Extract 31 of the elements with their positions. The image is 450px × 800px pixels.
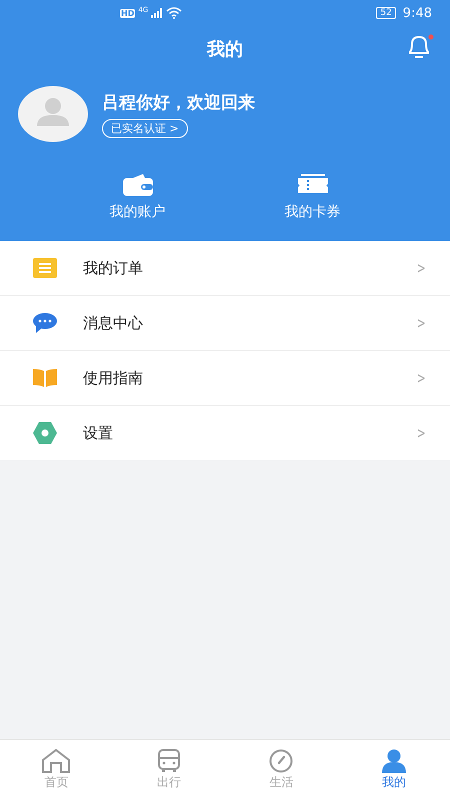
chevron-icon: > bbox=[417, 424, 426, 442]
avatar[interactable] bbox=[18, 86, 88, 142]
wallet-icon[interactable] bbox=[122, 174, 152, 196]
chevron-icon: > bbox=[417, 369, 426, 387]
chat-icon bbox=[32, 313, 58, 333]
hd-indicator: HD bbox=[120, 8, 136, 18]
shortcut-label[interactable]: 我的账户 bbox=[110, 203, 166, 221]
tab[interactable]: 生活 bbox=[225, 740, 338, 800]
signal-icon bbox=[151, 8, 164, 18]
wifi-icon bbox=[166, 7, 182, 19]
tab[interactable]: 我的 bbox=[338, 740, 450, 800]
chevron-icon: > bbox=[417, 314, 426, 332]
menu-item[interactable]: 我的订单 > bbox=[0, 241, 450, 295]
menu-item[interactable]: 使用指南 > bbox=[0, 350, 450, 405]
clipboard-icon bbox=[32, 258, 58, 278]
greeting-text: 吕程你好，欢迎回来 bbox=[102, 92, 255, 114]
tab[interactable]: 出行 bbox=[112, 740, 225, 800]
tab[interactable]: 首页 bbox=[0, 740, 112, 800]
settings-icon bbox=[32, 422, 58, 444]
menu-item[interactable]: 消息中心 > bbox=[0, 295, 450, 350]
house-icon bbox=[41, 749, 72, 773]
bell-icon[interactable] bbox=[406, 34, 434, 60]
menu-item[interactable]: 设置 > bbox=[0, 405, 450, 460]
chevron-icon: > bbox=[417, 259, 426, 277]
clock-time: 9:48 bbox=[402, 6, 432, 20]
page-title: 我的 bbox=[207, 38, 243, 61]
ticket-icon[interactable] bbox=[298, 174, 328, 196]
shortcut-label[interactable]: 我的卡券 bbox=[284, 203, 340, 221]
book-icon bbox=[32, 369, 58, 387]
verified-badge[interactable]: 已实名认证 > bbox=[102, 118, 188, 138]
battery-indicator: 52 bbox=[376, 7, 396, 19]
